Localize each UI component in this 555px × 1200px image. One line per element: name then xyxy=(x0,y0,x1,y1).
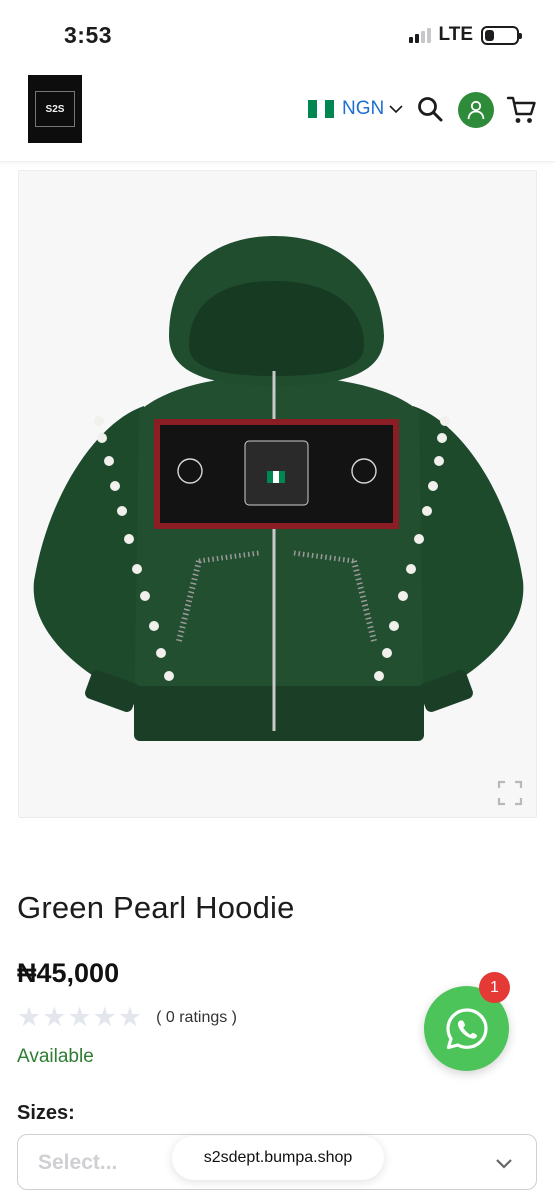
flag-stripe xyxy=(316,100,326,118)
status-time: 3:53 xyxy=(64,22,113,48)
star-rating: ★ ★ ★ ★ ★ xyxy=(17,1004,142,1031)
battery-icon xyxy=(481,25,522,45)
ratings-count[interactable]: ( 0 ratings ) xyxy=(156,1009,237,1027)
store-logo[interactable]: S2S xyxy=(28,75,82,143)
search-icon[interactable] xyxy=(416,95,444,123)
product-title: Green Pearl Hoodie xyxy=(17,890,295,925)
site-header: S2S NGN xyxy=(0,70,555,162)
star-icon: ★ xyxy=(92,1002,117,1032)
star-icon: ★ xyxy=(42,1002,67,1032)
signal-icon xyxy=(408,27,431,43)
whatsapp-icon xyxy=(445,1007,488,1049)
chevron-down-icon xyxy=(496,1159,512,1169)
flag-stripe xyxy=(325,100,335,118)
user-icon xyxy=(467,100,485,120)
browser-url-bar[interactable]: s2sdept.bumpa.shop xyxy=(172,1136,384,1180)
star-icon: ★ xyxy=(17,1002,42,1032)
product-image[interactable] xyxy=(18,170,537,818)
expand-icon[interactable] xyxy=(496,779,524,807)
ratings-row: ★ ★ ★ ★ ★ ( 0 ratings ) xyxy=(17,1004,237,1031)
logo-mark: S2S xyxy=(35,91,75,127)
flag-stripe xyxy=(308,100,317,118)
network-label: LTE xyxy=(438,24,473,45)
availability-status: Available xyxy=(17,1046,94,1067)
logo-text: S2S xyxy=(45,103,65,115)
star-icon: ★ xyxy=(117,1002,143,1032)
status-indicators: LTE xyxy=(408,24,522,46)
product-price: ₦45,000 xyxy=(17,958,120,988)
battery-level xyxy=(485,29,494,41)
chevron-down-icon xyxy=(389,105,403,114)
notification-badge: 1 xyxy=(479,972,510,1003)
sizes-label: Sizes: xyxy=(17,1102,75,1124)
cart-icon[interactable] xyxy=(506,94,538,126)
currency-selector[interactable]: NGN xyxy=(308,98,404,120)
currency-code: NGN xyxy=(342,98,385,119)
nigeria-flag-icon xyxy=(308,100,335,118)
star-icon: ★ xyxy=(67,1002,92,1032)
account-button[interactable] xyxy=(458,92,494,128)
status-bar: 3:53 LTE xyxy=(0,0,555,70)
size-select-placeholder: Select... xyxy=(38,1151,118,1174)
hoodie-photo xyxy=(33,236,524,741)
